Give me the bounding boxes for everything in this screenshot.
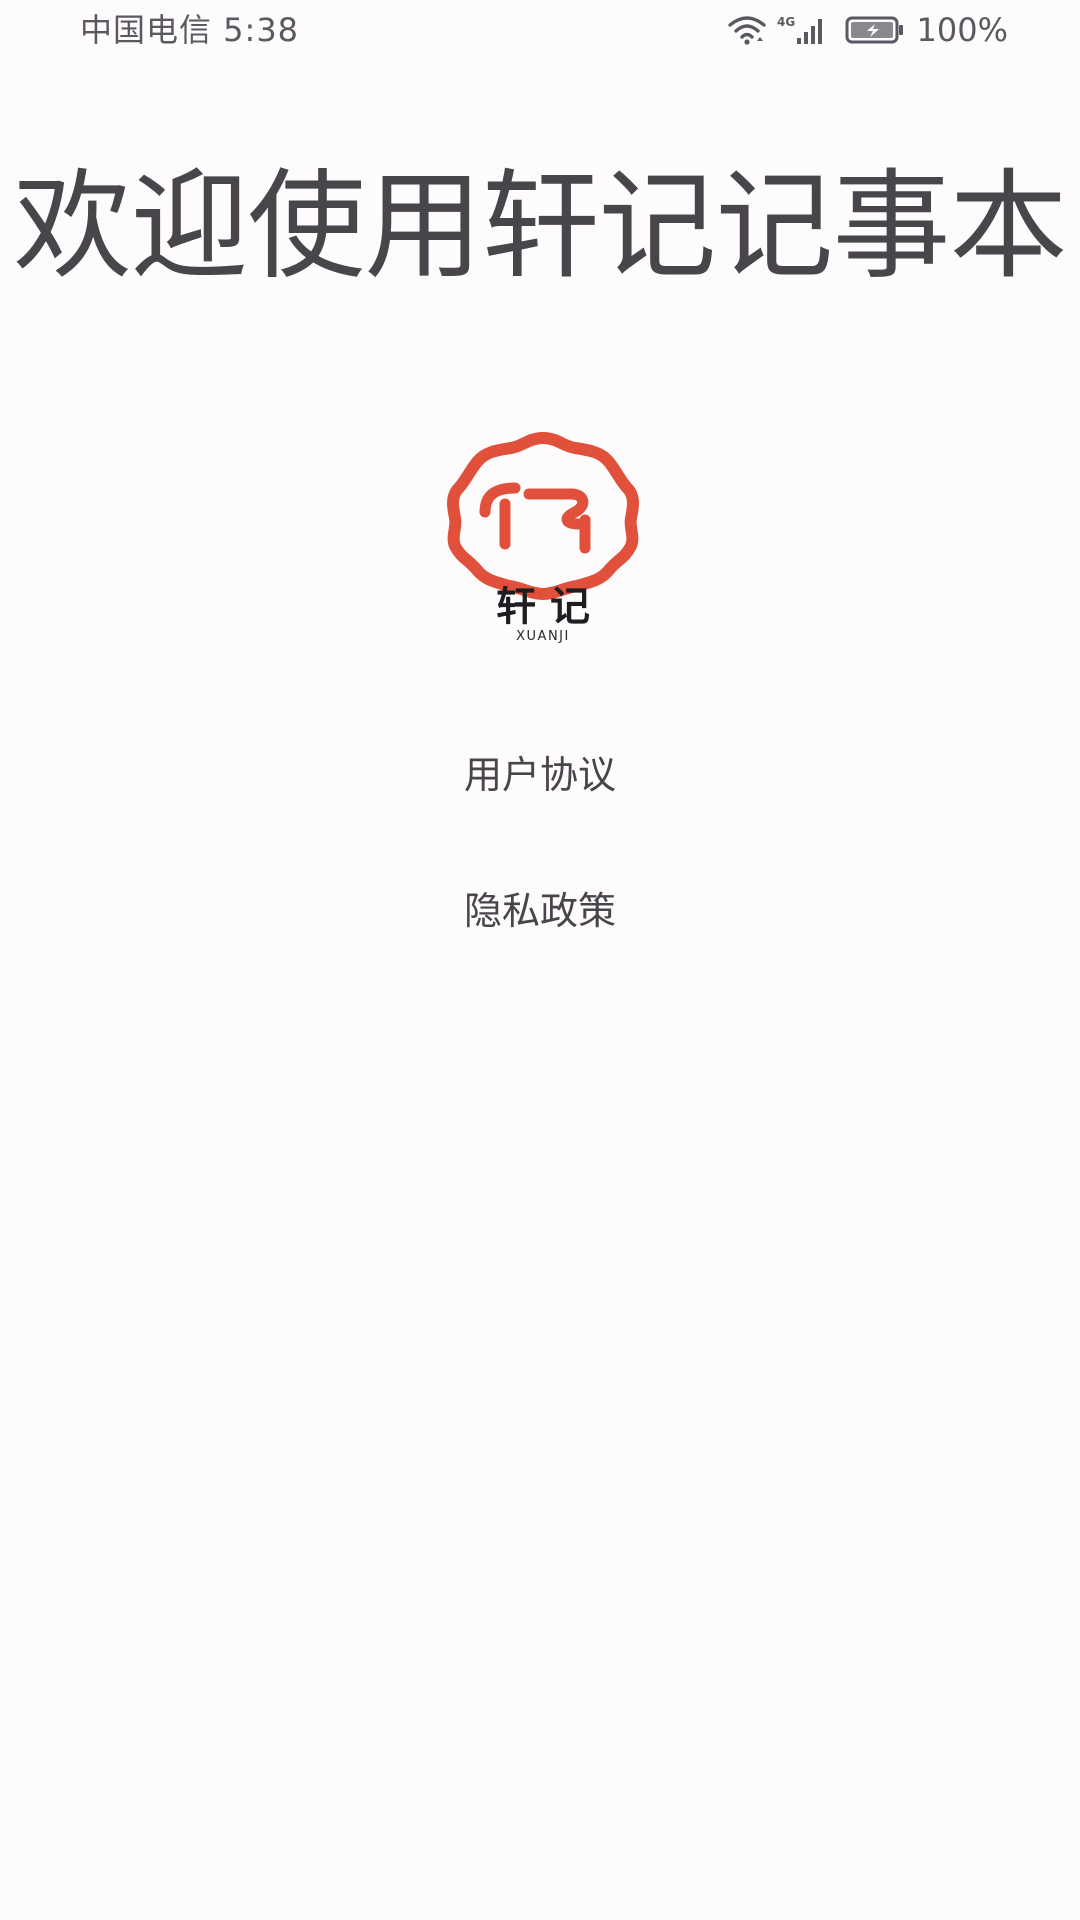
signal-icon: 4G [777, 15, 822, 44]
app-logo: 轩 记 XUANJI [447, 432, 639, 644]
status-bar: 中国电信 5:38 4G 100% [0, 0, 1080, 62]
privacy-policy-link[interactable]: 隐私政策 [0, 887, 1080, 935]
status-icons: 4G 100% [727, 10, 1008, 50]
welcome-title: 欢迎使用轩记记事本 [13, 157, 1067, 295]
wifi-icon [727, 16, 766, 45]
battery-charging-icon [845, 16, 903, 44]
battery-percent: 100% [916, 11, 1008, 49]
user-agreement-link[interactable]: 用户协议 [0, 751, 1080, 799]
network-type-label: 4G [777, 15, 795, 29]
logo-name-cn: 轩 记 [496, 583, 590, 630]
logo-name-en: XUANJI [516, 629, 570, 644]
logo-seal-icon [447, 432, 639, 600]
status-carrier-time: 中国电信 5:38 [80, 11, 300, 49]
